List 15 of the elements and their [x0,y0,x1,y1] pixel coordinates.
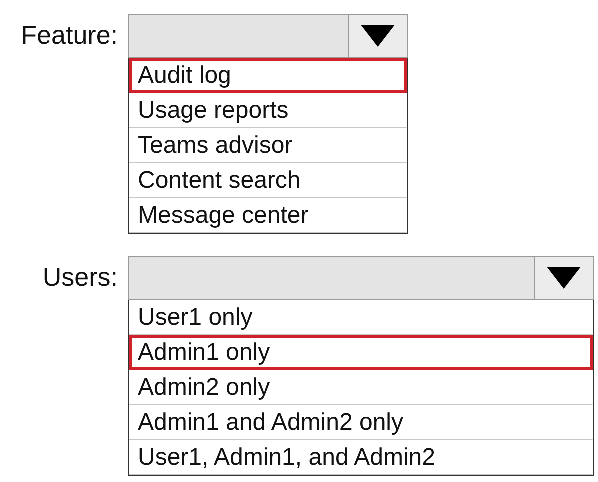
dropdown-option[interactable]: Admin1 and Admin2 only [129,405,593,440]
dropdown-option[interactable]: Admin1 only [129,335,593,370]
dropdown-option[interactable]: Teams advisor [129,128,407,163]
dropdown-option[interactable]: User1 only [129,300,593,335]
dropdown-arrow-icon [361,25,395,47]
dropdown-option[interactable]: Message center [129,198,407,233]
dropdown-option[interactable]: Content search [129,163,407,198]
dropdown-option[interactable]: Audit log [129,58,407,93]
dropdown-option[interactable]: Usage reports [129,93,407,128]
field-label: Feature: [20,19,118,51]
dropdown-option[interactable]: User1, Admin1, and Admin2 [129,440,593,475]
dropdown-arrow-icon [547,267,581,289]
field-label: Users: [42,261,118,293]
dropdown[interactable] [128,14,408,58]
dropdown-option[interactable]: Admin2 only [129,370,593,405]
